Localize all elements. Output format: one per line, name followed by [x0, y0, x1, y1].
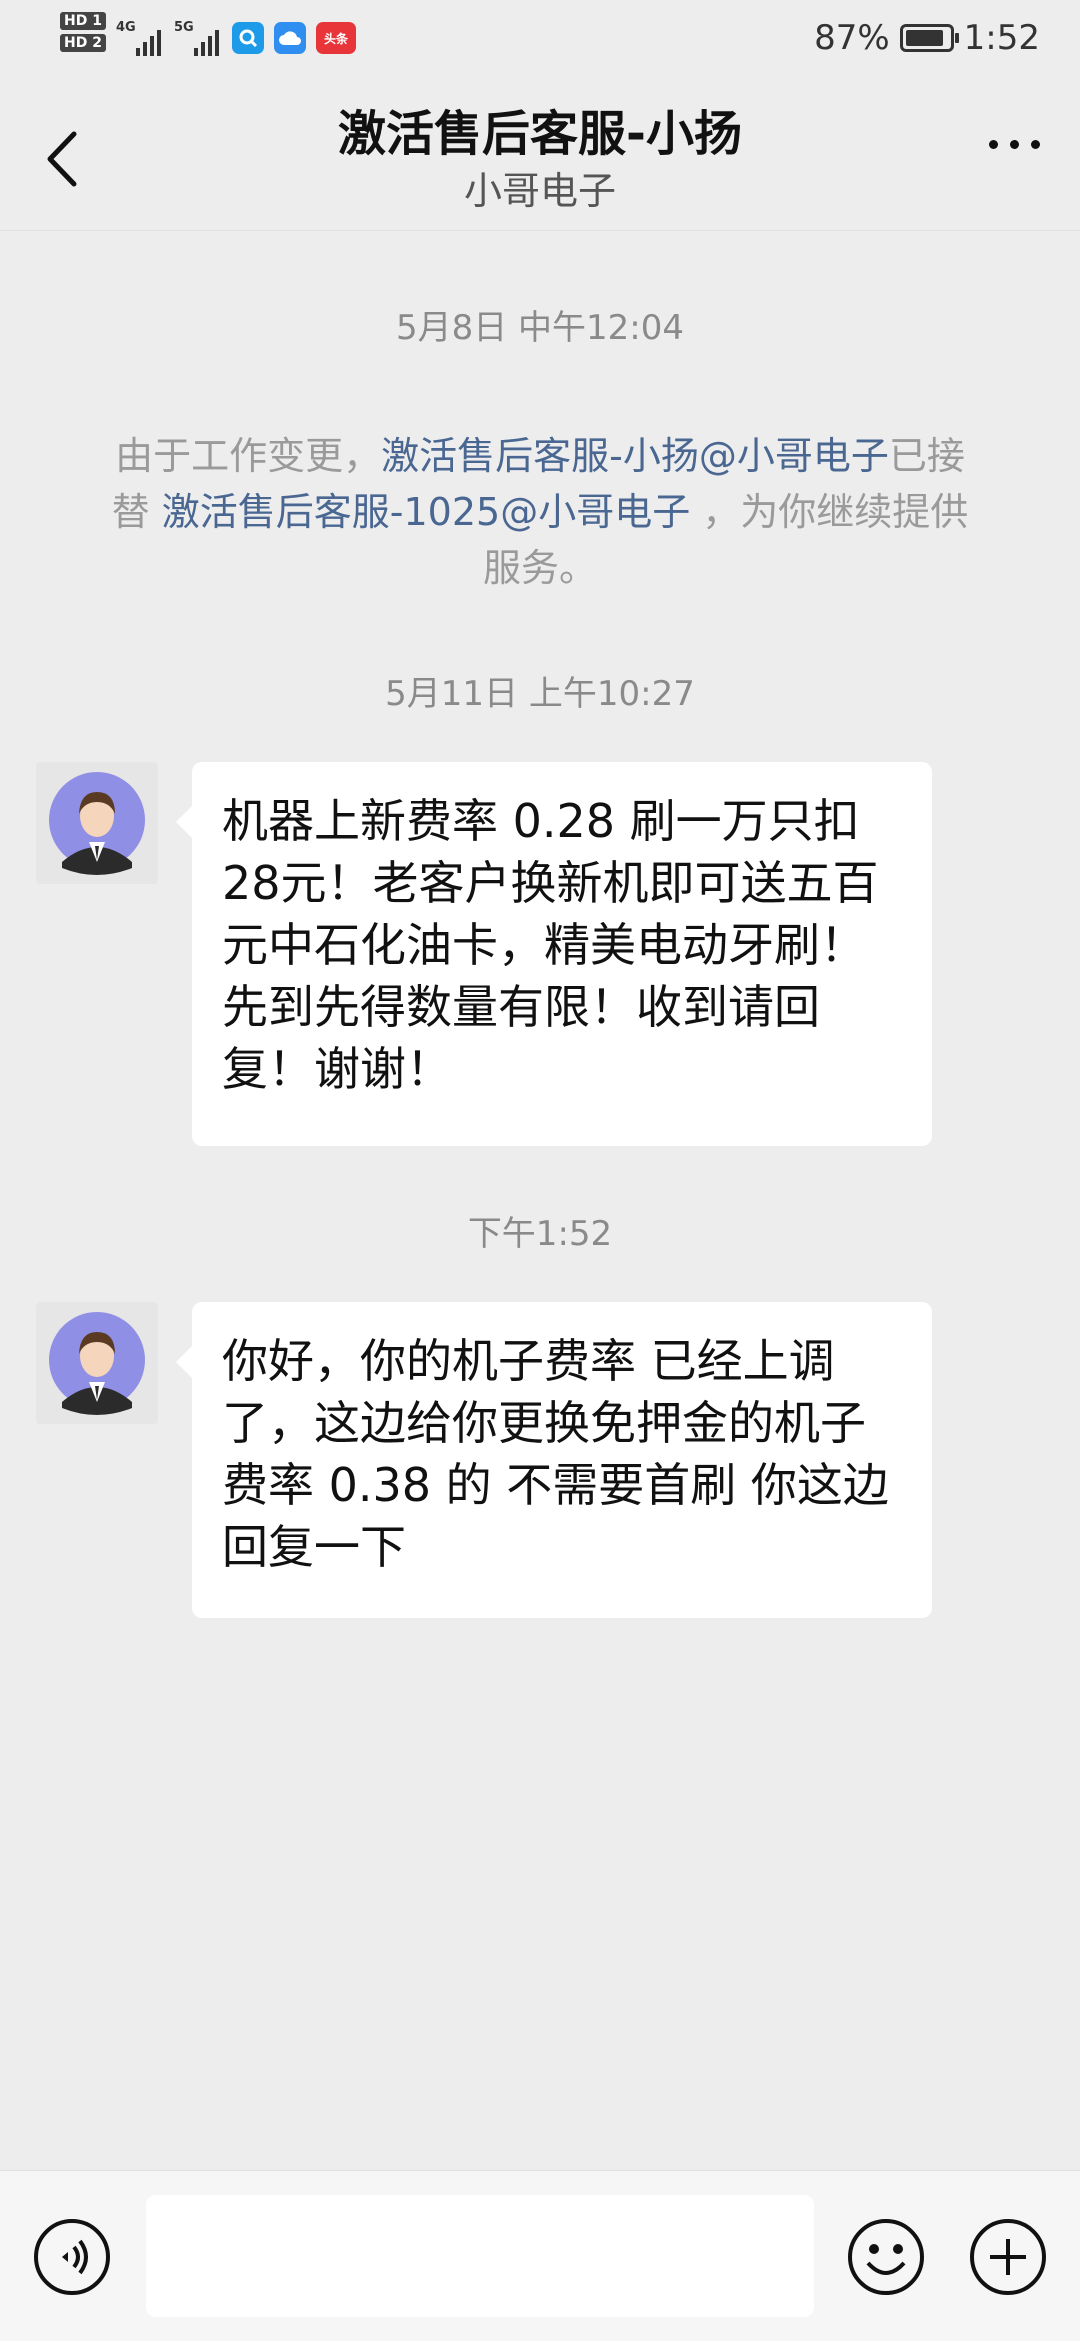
more-dot: [1031, 140, 1040, 149]
agent-new-link[interactable]: 激活售后客服-小扬@小哥电子: [381, 434, 889, 478]
voice-button[interactable]: [32, 2217, 112, 2297]
avatar-icon: [49, 1312, 145, 1415]
emoji-button[interactable]: [846, 2217, 926, 2297]
signal-4g-icon: 4G: [116, 12, 164, 60]
net1-label: 4G: [115, 20, 136, 35]
status-right: 87% 1:52: [814, 18, 1040, 58]
more-button[interactable]: [989, 140, 1040, 149]
chat-subtitle: 小哥电子: [463, 169, 616, 213]
avatar[interactable]: [36, 762, 158, 884]
voice-icon: [34, 2219, 110, 2295]
message-text: 你好，你的机子费率 已经上调了，这边给你更换免押金的机子 费率 0.38 的 不…: [222, 1334, 889, 1574]
net2-label: 5G: [173, 20, 194, 35]
input-bar: [0, 2170, 1080, 2341]
agent-old-link[interactable]: 激活售后客服-1025@小哥电子: [162, 490, 690, 534]
app-badge-label: 头条: [323, 31, 348, 46]
signal-bars: [135, 26, 161, 56]
plus-button[interactable]: [968, 2217, 1048, 2297]
timestamp: 下午1:52: [467, 1214, 613, 1254]
emoji-icon: [848, 2219, 924, 2295]
cloud-app-icon: [273, 22, 306, 54]
timestamp: 5月8日 中午12:04: [395, 308, 685, 348]
signal-bars: [193, 26, 219, 56]
status-time: 1:52: [963, 18, 1040, 58]
more-dot: [1010, 140, 1019, 149]
avatar-icon: [49, 772, 145, 875]
plus-icon: [970, 2219, 1046, 2295]
hd2-badge: HD 2: [60, 34, 106, 52]
system-message: 由于工作变更，激活售后客服-小扬@小哥电子已接替 激活售后客服-1025@小哥电…: [100, 428, 980, 596]
search-app-icon: [231, 22, 264, 54]
battery-text: 87%: [814, 18, 890, 58]
toutiao-app-icon: 头条: [315, 22, 356, 54]
signal-5g-icon: 5G: [174, 12, 222, 60]
battery-icon: [899, 24, 959, 52]
message-text: 机器上新费率 0.28 刷一万只扣28元！老客户换新机即可送五百元中石化油卡，精…: [222, 794, 879, 1096]
chat-header: 激活售后客服-小扬 小哥电子: [0, 80, 1080, 231]
more-icon: [989, 140, 998, 149]
status-bar: HD 1 HD 2 4G 5G 头条 87% 1:52: [0, 0, 1080, 80]
timestamp: 5月11日 上午10:27: [385, 674, 695, 714]
message-bubble[interactable]: 你好，你的机子费率 已经上调了，这边给你更换免押金的机子 费率 0.38 的 不…: [176, 1302, 932, 1618]
status-left: HD 1 HD 2 4G 5G 头条: [60, 12, 356, 60]
hd-indicators: HD 1 HD 2: [60, 12, 106, 52]
chat-title: 激活售后客服-小扬: [338, 106, 742, 162]
message-input[interactable]: [146, 2195, 814, 2317]
hd1-badge: HD 1: [60, 12, 106, 30]
message-bubble[interactable]: 机器上新费率 0.28 刷一万只扣28元！老客户换新机即可送五百元中石化油卡，精…: [176, 762, 932, 1146]
system-text-1: 由于工作变更，: [115, 434, 382, 478]
battery-level-fill: [905, 30, 943, 46]
avatar[interactable]: [36, 1302, 158, 1424]
